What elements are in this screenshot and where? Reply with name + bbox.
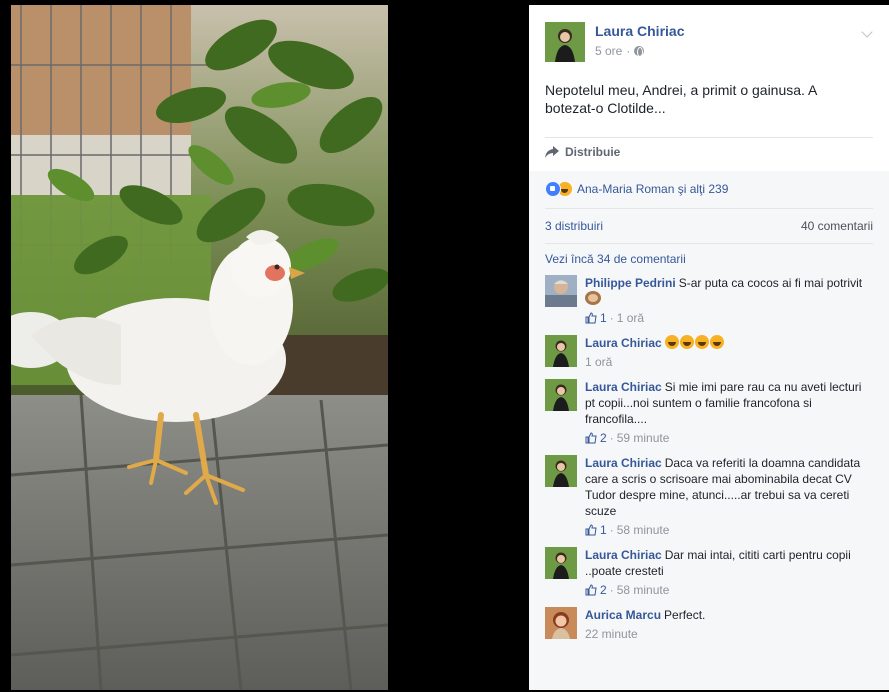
post-sidebar: Laura Chiriac 5 ore · Nepotelul meu, And… (529, 5, 889, 690)
reactions-summary[interactable]: Ana-Maria Roman şi alţi 239 (545, 181, 728, 197)
avatar-image (545, 607, 577, 639)
share-label: Distribuie (565, 145, 621, 159)
view-more-comments-link[interactable]: Vezi încă 34 de comentarii (545, 252, 686, 266)
comment-time[interactable]: 58 minute (617, 522, 670, 538)
haha-emoji-icon (679, 335, 694, 349)
comment-body: Laura Chiriac Daca va referiti la doamna … (585, 455, 873, 538)
haha-emoji-icon (664, 335, 679, 349)
share-button[interactable]: Distribuie (545, 145, 620, 159)
commenter-avatar[interactable] (545, 335, 577, 367)
divider (545, 243, 873, 244)
commenter-name[interactable]: Laura Chiriac (585, 336, 662, 350)
commenter-name[interactable]: Laura Chiriac (585, 380, 662, 394)
thumb-icon (585, 432, 597, 444)
like-count[interactable]: 2 (600, 430, 607, 446)
haha-emoji-icon (709, 335, 724, 349)
commenter-name[interactable]: Aurica Marcu (585, 608, 661, 622)
haha-emoji-icon (694, 335, 709, 349)
globe-icon (634, 46, 645, 57)
post-time[interactable]: 5 ore (595, 44, 622, 58)
reactions-text: Ana-Maria Roman şi alţi 239 (577, 182, 729, 196)
avatar-image (545, 22, 585, 62)
comments-count[interactable]: 40 comentarii (801, 219, 873, 233)
comment-meta: 1 · 58 minute (585, 522, 873, 538)
engagement-counts: 3 distribuiri 40 comentarii (545, 219, 873, 233)
hen-photo (11, 5, 388, 690)
comment-text: S-ar puta ca cocos ai fi mai potrivit (678, 276, 863, 290)
commenter-avatar[interactable] (545, 275, 577, 307)
commenter-name[interactable]: Laura Chiriac (585, 548, 662, 562)
like-icon (545, 181, 561, 197)
comment-body: Laura Chiriac Dar mai intai, cititi carti… (585, 547, 873, 598)
comment-meta: 1 · 1 oră (585, 310, 873, 326)
comment-body: Philippe Pedrini S-ar puta ca cocos ai fi… (585, 275, 873, 326)
comment-body: Laura Chiriac 1 oră (585, 335, 873, 370)
comment-time[interactable]: 22 minute (585, 626, 638, 642)
comment-meta: 1 oră (585, 354, 873, 370)
commenter-name[interactable]: Laura Chiriac (585, 456, 662, 470)
photo-viewer: Laura Chiriac 5 ore · Nepotelul meu, And… (0, 0, 889, 692)
like-count[interactable]: 1 (600, 310, 607, 326)
commenter-avatar[interactable] (545, 455, 577, 487)
avatar-image (545, 547, 577, 579)
comment-time[interactable]: 1 oră (617, 310, 644, 326)
thumb-icon (585, 312, 597, 324)
monkey-icon (585, 291, 601, 305)
comment-body: Laura Chiriac Si mie imi pare rau ca nu a… (585, 379, 873, 446)
comment-text: Perfect. (664, 608, 706, 622)
comment-meta: 2 · 59 minute (585, 430, 873, 446)
avatar-image (545, 335, 577, 367)
like-count[interactable]: 1 (600, 522, 607, 538)
share-icon (545, 146, 559, 158)
post-meta: 5 ore · (595, 44, 645, 58)
post-text: Nepotelul meu, Andrei, a primit o gainus… (545, 82, 817, 116)
comment-time[interactable]: 59 minute (617, 430, 670, 446)
avatar-image (545, 275, 577, 307)
author-name[interactable]: Laura Chiriac (595, 23, 684, 39)
shares-count[interactable]: 3 distribuiri (545, 219, 603, 233)
commenter-avatar[interactable] (545, 547, 577, 579)
avatar-image (545, 455, 577, 487)
commenter-avatar[interactable] (545, 607, 577, 639)
comment-time[interactable]: 1 oră (585, 354, 612, 370)
avatar-image (545, 379, 577, 411)
chevron-down-icon[interactable] (861, 26, 873, 38)
comment-time[interactable]: 58 minute (617, 582, 670, 598)
comment-meta: 2 · 58 minute (585, 582, 873, 598)
commenter-name[interactable]: Philippe Pedrini (585, 276, 676, 290)
post-header: Laura Chiriac 5 ore · (545, 22, 875, 64)
thumb-icon (585, 524, 597, 536)
divider (545, 137, 873, 138)
commenter-avatar[interactable] (545, 379, 577, 411)
comment-body: Aurica Marcu Perfect. 22 minute (585, 607, 873, 642)
thumb-icon (585, 584, 597, 596)
divider (545, 208, 873, 209)
author-avatar[interactable] (545, 22, 585, 62)
post-photo[interactable] (11, 5, 388, 690)
like-count[interactable]: 2 (600, 582, 607, 598)
comment-meta: 22 minute (585, 626, 873, 642)
